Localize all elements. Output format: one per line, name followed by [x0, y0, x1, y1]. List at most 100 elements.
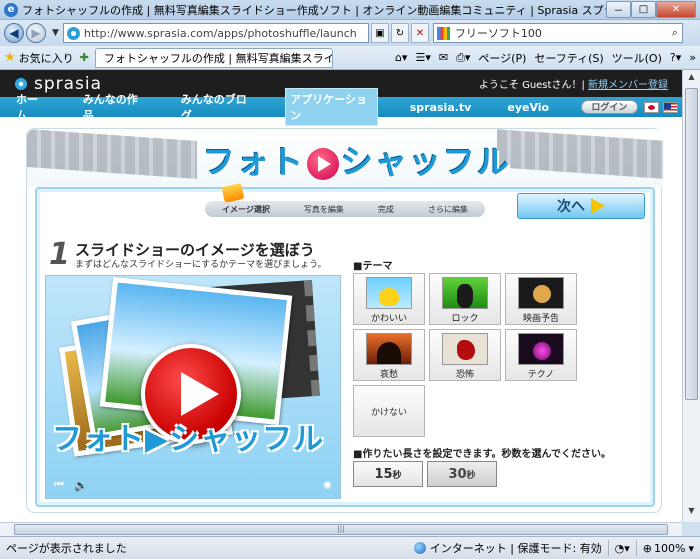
safety-menu[interactable]: セーフティ(S)	[534, 50, 603, 66]
back-button[interactable]: ◀	[4, 23, 24, 43]
vertical-scroll-thumb[interactable]	[685, 88, 698, 400]
theme-melancholy-thumbnail	[366, 333, 412, 365]
duration-30-value: 30	[448, 466, 467, 482]
google-icon	[436, 26, 450, 40]
nav-sprasia-tv[interactable]: sprasia.tv	[406, 99, 476, 116]
nav-blog[interactable]: みんなのブログ	[177, 89, 257, 125]
more-icon[interactable]: »	[689, 51, 696, 64]
nav-home[interactable]: ホーム	[12, 89, 51, 125]
compat-view-button[interactable]: ▣	[370, 23, 389, 43]
theme-label: ■テーマ	[353, 261, 393, 272]
duration-15-value: 15	[374, 466, 393, 482]
tools-menu[interactable]: ツール(O)	[612, 50, 662, 66]
zoom-level[interactable]: 100%	[654, 542, 685, 555]
theme-horror-thumbnail	[442, 333, 488, 365]
app-banner: フォト シャッフル	[27, 129, 663, 187]
help-icon[interactable]: ?▾	[670, 51, 681, 64]
forward-button[interactable]: ▶	[26, 23, 46, 43]
duration-15-button[interactable]: 15 秒	[353, 461, 423, 487]
url-text: http://www.sprasia.com/apps/photoshuffle…	[83, 26, 357, 40]
browser-tab[interactable]: フォトシャッフルの作成 | 無料写真編集スライ...	[94, 47, 333, 68]
us-flag-icon[interactable]	[662, 101, 678, 113]
theme-preview: フォト▶シャッフル ⏮ 🔈 ✺	[45, 275, 341, 499]
stop-button[interactable]: ✕	[410, 23, 429, 43]
scroll-up-icon[interactable]: ▲	[685, 72, 698, 86]
zoom-icon[interactable]: ⊕	[643, 542, 652, 555]
theme-rock[interactable]: ロック	[429, 273, 501, 325]
close-button[interactable]: ✕	[656, 1, 696, 18]
ie-logo-icon: e	[4, 2, 18, 17]
filmstrip-right-decoration	[497, 129, 663, 179]
theme-techno-thumbnail	[518, 333, 564, 365]
vertical-scrollbar[interactable]: ▲ ▼	[682, 70, 700, 522]
refresh-button[interactable]: ↻	[390, 23, 409, 43]
sparkle-icon: ✺	[322, 479, 332, 492]
duration-label: ■作りたい長さを設定できます。秒数を選んでください。	[353, 449, 611, 460]
scroll-down-icon[interactable]: ▼	[685, 506, 698, 520]
search-input[interactable]: フリーソフト100 ⌕	[432, 23, 683, 43]
mail-icon[interactable]: ✉	[439, 51, 448, 64]
minimize-button[interactable]: －	[606, 1, 631, 18]
add-favorite-icon[interactable]: ✚	[80, 51, 89, 64]
history-dropdown-icon[interactable]: ▼	[52, 28, 59, 38]
duration-15-unit: 秒	[392, 470, 402, 481]
theme-none[interactable]: かけない	[353, 385, 425, 437]
app-title-right: シャッフル	[341, 143, 512, 181]
home-icon[interactable]: ⌂▾	[395, 51, 408, 64]
status-separator-2	[635, 540, 637, 556]
theme-horror[interactable]: 恐怖	[429, 329, 501, 381]
login-button[interactable]: ログイン	[581, 100, 638, 114]
step-complete: 完成	[377, 204, 394, 214]
nav-eyevio[interactable]: eyeVio	[503, 99, 553, 116]
duration-30-button[interactable]: 30 秒	[427, 461, 497, 487]
horizontal-scrollbar[interactable]: |||	[0, 522, 682, 536]
theme-techno-label: テクノ	[527, 370, 555, 380]
zoom-dropdown-icon[interactable]: ▾	[688, 542, 694, 555]
page-menu[interactable]: ページ(P)	[478, 50, 526, 66]
theme-melancholy-label: 哀愁	[379, 370, 398, 380]
favorites-button[interactable]: ★ お気に入り	[4, 50, 74, 66]
step-image-select: イメージ選択	[222, 204, 270, 214]
step-further-edit: さらに編集	[427, 204, 468, 214]
theme-none-label: かけない	[370, 407, 407, 418]
volume-icon[interactable]: 🔈	[74, 479, 88, 492]
nav-works[interactable]: みんなの作品	[79, 89, 149, 125]
site-nav: ホーム みんなの作品 みんなのブログ アプリケーション sprasia.tv e…	[0, 88, 682, 126]
print-icon[interactable]: ⎙▾	[456, 51, 470, 65]
theme-movie-trailer[interactable]: 映画予告	[505, 273, 577, 325]
nav-applications[interactable]: アプリケーション	[285, 88, 378, 126]
zone-text: インターネット | 保護モード: 有効	[429, 542, 602, 555]
url-field[interactable]: http://www.sprasia.com/apps/photoshuffle…	[62, 23, 369, 43]
step-subheading: まずはどんなスライドショーにするかテーマを選びましょう。	[75, 260, 327, 270]
tab-title: フォトシャッフルの作成 | 無料写真編集スライ...	[103, 51, 333, 65]
star-icon: ★	[4, 50, 16, 65]
window-titlebar: e フォトシャッフルの作成 | 無料写真編集スライドショー作成ソフト | オンラ…	[0, 0, 700, 20]
theme-techno[interactable]: テクノ	[505, 329, 577, 381]
next-button[interactable]: 次へ	[517, 193, 645, 219]
protected-mode-icon[interactable]: ◔▾	[615, 542, 630, 555]
feeds-icon[interactable]: ☰▾	[415, 51, 430, 64]
step-card: イメージ選択 写真を編集 完成 さらに編集 次へ 1 スライドショーのイメージを…	[35, 183, 655, 507]
window-controls: － □ ✕	[606, 1, 696, 18]
next-label: 次へ	[557, 199, 585, 215]
maximize-button[interactable]: □	[631, 1, 656, 18]
welcome-label: ようこそ Guestさん！|	[478, 80, 585, 91]
arrow-right-icon	[591, 198, 605, 214]
theme-horror-label: 恐怖	[455, 370, 474, 380]
theme-kawaii[interactable]: かわいい	[353, 273, 425, 325]
step-edit-photos: 写真を編集	[303, 204, 344, 214]
step-progress: イメージ選択 写真を編集 完成 さらに編集	[205, 201, 485, 217]
filmstrip-left-decoration	[27, 129, 197, 179]
theme-melancholy[interactable]: 哀愁	[353, 329, 425, 381]
search-icon[interactable]: ⌕	[672, 26, 678, 40]
theme-kawaii-thumbnail	[366, 277, 412, 309]
step-number: 1	[49, 237, 70, 272]
rewind-icon[interactable]: ⏮	[54, 478, 64, 492]
app-stage: フォト シャッフル イメージ選択 写真を編集 完成 さらに編集 次へ 1 スライド…	[26, 128, 663, 513]
page-viewport: sprasia ようこそ Guestさん！| 新規メンバー登録 ホーム みんなの…	[0, 70, 682, 522]
address-bar: ◀ ▶ ▼ http://www.sprasia.com/apps/photos…	[0, 20, 700, 46]
horizontal-scroll-thumb[interactable]: |||	[14, 524, 668, 535]
register-link[interactable]: 新規メンバー登録	[588, 80, 668, 91]
welcome-text: ようこそ Guestさん！| 新規メンバー登録	[479, 76, 668, 91]
japan-flag-icon[interactable]	[643, 101, 659, 113]
